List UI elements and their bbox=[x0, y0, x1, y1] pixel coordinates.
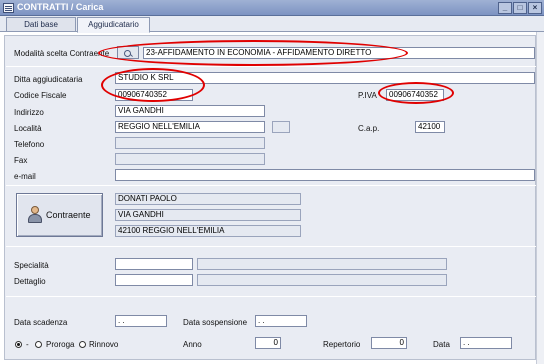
contraente-button-label: Contraente bbox=[46, 210, 91, 220]
telefono-field[interactable] bbox=[115, 137, 265, 149]
data-sospensione-field[interactable]: . . bbox=[255, 315, 307, 327]
modalita-field[interactable]: 23-AFFIDAMENTO IN ECONOMIA - AFFIDAMENTO… bbox=[143, 47, 535, 59]
tab-aggiudicatario[interactable]: Aggiudicatario bbox=[77, 17, 150, 33]
data-scadenza-label: Data scadenza bbox=[14, 318, 68, 327]
separator bbox=[6, 296, 536, 297]
specialita-label: Specialità bbox=[14, 261, 49, 270]
separator bbox=[6, 66, 536, 67]
fax-field[interactable] bbox=[115, 153, 265, 165]
piva-label: P.IVA bbox=[358, 91, 377, 100]
dettaglio-desc-field bbox=[197, 274, 447, 286]
radio-proroga[interactable] bbox=[35, 341, 42, 348]
data-scadenza-field[interactable]: . . bbox=[115, 315, 167, 327]
anno-label: Anno bbox=[183, 340, 202, 349]
indirizzo-field[interactable]: VIA GANDHI bbox=[115, 105, 265, 117]
contraente-button[interactable]: Contraente bbox=[16, 193, 103, 237]
localita-code-field[interactable] bbox=[272, 121, 290, 133]
radio-dash-label: - bbox=[26, 340, 29, 349]
repertorio-label: Repertorio bbox=[323, 340, 361, 349]
proroga-label: Proroga bbox=[46, 340, 75, 349]
dettaglio-code-field[interactable] bbox=[115, 274, 193, 286]
maximize-button[interactable]: □ bbox=[513, 2, 527, 14]
repertorio-field[interactable]: 0 bbox=[371, 337, 407, 349]
data-sospensione-label: Data sospensione bbox=[183, 318, 248, 327]
rinnovo-label: Rinnovo bbox=[89, 340, 119, 349]
tab-bar: Dati base Aggiudicatario bbox=[0, 16, 544, 33]
email-label: e-mail bbox=[14, 172, 36, 181]
specialita-desc-field bbox=[197, 258, 447, 270]
data-label: Data bbox=[433, 340, 450, 349]
contraente-name-field: DONATI PAOLO bbox=[115, 193, 301, 205]
piva-field[interactable]: 00906740352 bbox=[386, 89, 444, 101]
fax-label: Fax bbox=[14, 156, 28, 165]
ditta-field[interactable]: STUDIO K SRL bbox=[115, 72, 535, 84]
modalita-label: Modalità scelta Contraente bbox=[14, 49, 110, 58]
lookup-button[interactable] bbox=[117, 46, 139, 59]
dettaglio-label: Dettaglio bbox=[14, 277, 46, 286]
data-field[interactable]: . . bbox=[460, 337, 512, 349]
radio-rinnovo[interactable] bbox=[79, 341, 86, 348]
localita-field[interactable]: REGGIO NELL'EMILIA bbox=[115, 121, 265, 133]
contraente-city-field: 42100 REGGIO NELL'EMILIA bbox=[115, 225, 301, 237]
separator bbox=[6, 246, 536, 247]
telefono-label: Telefono bbox=[14, 140, 45, 149]
anno-field[interactable]: 0 bbox=[255, 337, 281, 349]
minimize-button[interactable]: _ bbox=[498, 2, 512, 14]
codice-fiscale-label: Codice Fiscale bbox=[14, 91, 67, 100]
vertical-scrollbar[interactable] bbox=[536, 32, 544, 364]
cap-label: C.a.p. bbox=[358, 124, 380, 133]
person-icon bbox=[27, 206, 43, 224]
cap-field[interactable]: 42100 bbox=[415, 121, 445, 133]
localita-label: Località bbox=[14, 124, 42, 133]
window-title: CONTRATTI / Carica bbox=[17, 2, 104, 12]
ditta-label: Ditta aggiudicataria bbox=[14, 75, 83, 84]
close-button[interactable]: × bbox=[528, 2, 542, 14]
indirizzo-label: Indirizzo bbox=[14, 108, 44, 117]
contraente-address-field: VIA GANDHI bbox=[115, 209, 301, 221]
email-field[interactable] bbox=[115, 169, 535, 181]
tab-dati-base[interactable]: Dati base bbox=[6, 17, 76, 32]
title-bar: CONTRATTI / Carica _ □ × bbox=[0, 0, 544, 16]
codice-fiscale-field[interactable]: 00906740352 bbox=[115, 89, 193, 101]
window-icon bbox=[3, 3, 14, 13]
separator bbox=[6, 185, 536, 186]
radio-none[interactable] bbox=[15, 341, 22, 348]
specialita-code-field[interactable] bbox=[115, 258, 193, 270]
